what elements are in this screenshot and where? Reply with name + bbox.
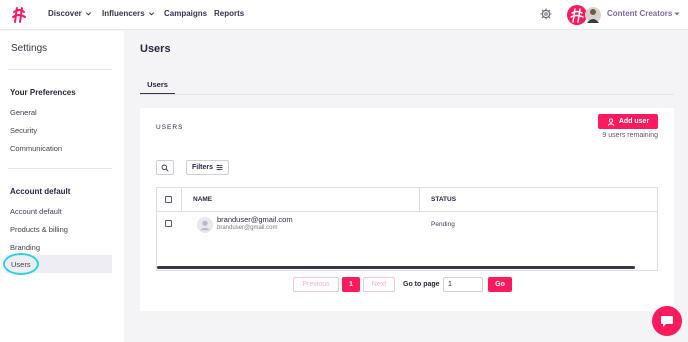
add-user-button[interactable]: Add user xyxy=(598,114,658,129)
nav-reports[interactable]: Reports xyxy=(214,9,244,18)
add-user-label: Add user xyxy=(618,118,650,125)
sidebar-heading-preferences: Your Preferences xyxy=(10,88,76,97)
nav-influencers[interactable]: Influencers xyxy=(102,9,155,18)
chat-icon xyxy=(661,315,673,327)
tab-users[interactable]: Users xyxy=(140,76,175,95)
previous-button[interactable]: Previous xyxy=(293,277,339,292)
top-nav: Discover Influencers Campaigns Reports C… xyxy=(0,0,688,30)
account-menu-label: Content Creators xyxy=(607,9,673,18)
nav-campaigns-label: Campaigns xyxy=(164,9,208,18)
page-title: Users xyxy=(140,43,171,55)
sidebar-item-branding[interactable]: Branding xyxy=(10,243,40,252)
account-avatar[interactable] xyxy=(566,4,602,26)
users-card: USERS Add user 9 users remaining Filters… xyxy=(140,108,674,311)
sidebar-item-products-billing[interactable]: Products & billing xyxy=(10,225,68,234)
nav-discover[interactable]: Discover xyxy=(48,9,92,18)
search-icon xyxy=(161,164,169,172)
column-separator xyxy=(181,188,182,212)
nav-influencers-label: Influencers xyxy=(102,9,145,18)
account-menu[interactable]: Content Creators xyxy=(607,9,680,18)
sidebar-title: Settings xyxy=(11,43,48,54)
nav-campaigns[interactable]: Campaigns xyxy=(164,9,207,18)
users-remaining: 9 users remaining xyxy=(602,132,658,139)
horizontal-scrollbar[interactable] xyxy=(157,266,635,269)
section-label: USERS xyxy=(156,124,184,131)
chevron-down-icon xyxy=(148,12,154,16)
row-checkbox[interactable] xyxy=(165,220,172,227)
row-user-email: branduser@gmail.com xyxy=(217,225,278,231)
goto-page-input[interactable]: 1 xyxy=(443,277,483,292)
users-table: NAME STATUS branduser@gmail.com branduse… xyxy=(156,187,658,271)
search-button[interactable] xyxy=(156,160,174,175)
sidebar-item-security[interactable]: Security xyxy=(10,126,37,135)
nav-discover-label: Discover xyxy=(48,9,82,18)
row-status: Pending xyxy=(431,221,455,228)
page-1-button[interactable]: 1 xyxy=(342,277,360,292)
filters-button[interactable]: Filters xyxy=(186,160,229,175)
sidebar-item-communication[interactable]: Communication xyxy=(10,144,62,153)
sidebar-item-account-default[interactable]: Account default xyxy=(10,207,62,216)
divider xyxy=(8,168,112,169)
gear-icon[interactable] xyxy=(540,8,552,20)
column-header-status[interactable]: STATUS xyxy=(431,196,456,203)
goto-page-label: Go to page xyxy=(403,281,440,288)
brand-logo-icon[interactable] xyxy=(10,6,28,24)
go-button[interactable]: Go xyxy=(488,277,512,292)
filter-lines-icon xyxy=(216,164,223,171)
user-icon xyxy=(607,117,615,126)
sidebar-item-general[interactable]: General xyxy=(10,108,37,117)
next-button[interactable]: Next xyxy=(363,277,395,292)
nav-reports-label: Reports xyxy=(214,9,245,18)
row-user-name: branduser@gmail.com xyxy=(217,215,293,224)
user-avatar xyxy=(197,217,213,233)
chat-launcher[interactable] xyxy=(652,306,682,336)
filters-label: Filters xyxy=(191,164,213,171)
settings-sidebar: Settings Your Preferences General Securi… xyxy=(0,31,124,342)
column-separator xyxy=(419,188,420,212)
select-all-checkbox[interactable] xyxy=(165,196,172,203)
column-header-name[interactable]: NAME xyxy=(193,196,212,203)
caret-down-icon xyxy=(674,12,680,15)
divider xyxy=(8,69,112,70)
sidebar-heading-account: Account default xyxy=(10,187,71,196)
chevron-down-icon xyxy=(85,12,91,16)
highlight-ring xyxy=(3,253,39,275)
tab-divider xyxy=(140,94,674,95)
table-header: NAME STATUS xyxy=(157,188,657,212)
